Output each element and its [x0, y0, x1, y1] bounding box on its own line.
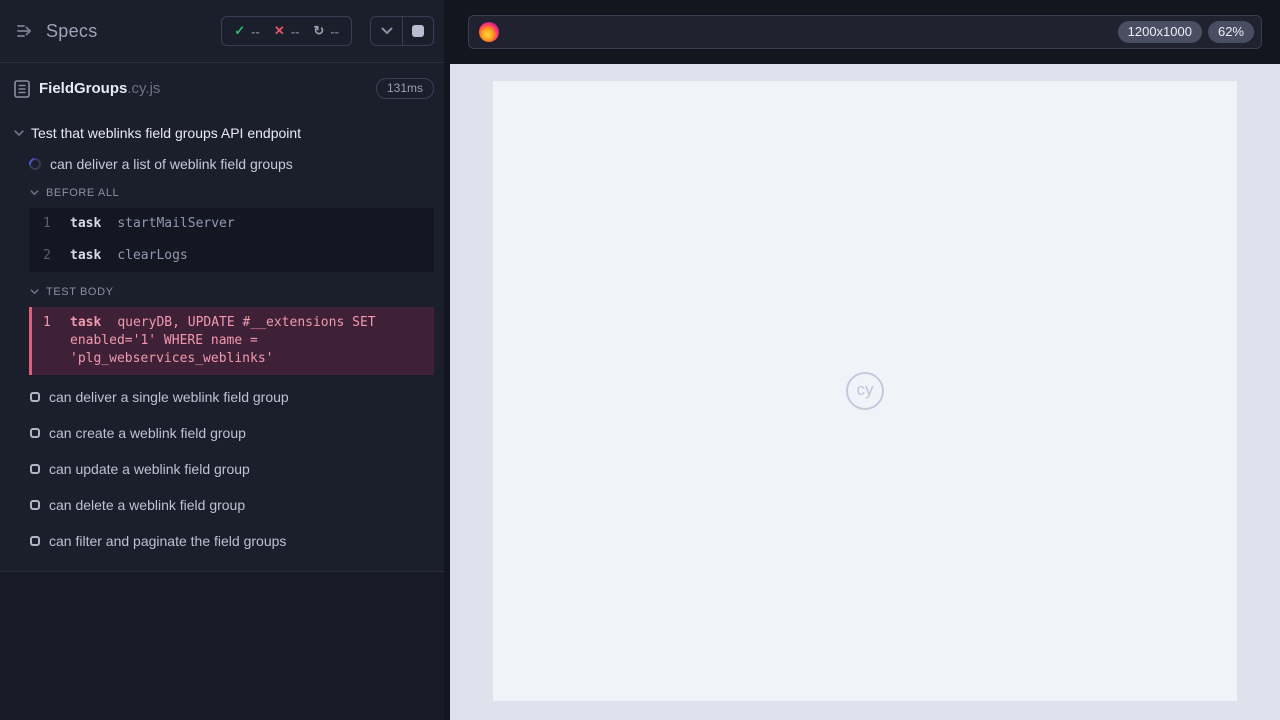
- command-message: startMailServer: [117, 216, 235, 231]
- failed-x-icon: ✕: [273, 23, 285, 38]
- test-body-command-log: 1 task queryDB, UPDATE #__extensions SET …: [29, 307, 434, 375]
- pending-test-row[interactable]: can filter and paginate the field groups: [0, 525, 450, 557]
- before-all-command-log: 1 task startMailServer 2 task clearLogs: [29, 208, 434, 272]
- command-method: task: [70, 315, 102, 330]
- spec-file-name: FieldGroups.cy.js: [39, 79, 161, 97]
- test-body-label: TEST BODY: [46, 286, 114, 298]
- chevron-down-icon: [30, 190, 39, 196]
- zoom-level-badge: 62%: [1207, 21, 1254, 43]
- pending-test-row[interactable]: can deliver a single weblink field group: [0, 381, 450, 413]
- suite-row[interactable]: Test that weblinks field groups API endp…: [0, 117, 450, 149]
- pending-test-row[interactable]: can update a weblink field group: [0, 453, 450, 485]
- cypress-watermark-logo: cy: [846, 372, 884, 410]
- running-test-row[interactable]: can deliver a list of weblink field grou…: [0, 149, 450, 179]
- address-bar[interactable]: 1200x1000 62%: [468, 15, 1262, 49]
- command-message: clearLogs: [117, 248, 188, 263]
- chevron-down-icon: [14, 129, 24, 137]
- running-test-label: can deliver a list of weblink field grou…: [50, 156, 293, 172]
- pending-test-row[interactable]: can create a weblink field group: [0, 417, 450, 449]
- stop-run-button[interactable]: [402, 17, 433, 45]
- passed-check-icon: ✓: [234, 23, 246, 38]
- chevron-down-icon: [30, 289, 39, 295]
- collapse-all-button[interactable]: [371, 17, 402, 45]
- test-tree: Test that weblinks field groups API endp…: [0, 111, 450, 557]
- viewport-size-badge: 1200x1000: [1117, 21, 1202, 43]
- pending-square-icon: [30, 500, 40, 510]
- pending-square-icon: [30, 464, 40, 474]
- specs-header: Specs ✓ -- ✕ -- ↻ --: [0, 0, 450, 63]
- running-spinner-icon: [26, 155, 44, 173]
- expand-specs-list-icon[interactable]: [16, 23, 36, 39]
- stop-icon: [412, 25, 424, 37]
- command-row[interactable]: 2 task clearLogs: [29, 240, 434, 272]
- pending-square-icon: [30, 392, 40, 402]
- spec-duration-badge: 131ms: [375, 78, 434, 99]
- reporter-content: Specs ✓ -- ✕ -- ↻ -- FieldGroups.cy.js 1…: [0, 0, 450, 572]
- aut-viewport-area: cy: [450, 64, 1280, 720]
- before-all-label: BEFORE ALL: [46, 187, 120, 199]
- test-stats: ✓ -- ✕ -- ↻ --: [221, 16, 352, 46]
- failed-count: --: [290, 23, 300, 39]
- spec-file-icon: [14, 79, 30, 98]
- before-all-hook-row[interactable]: BEFORE ALL: [0, 179, 450, 205]
- stat-failed: ✕ --: [274, 23, 300, 39]
- command-message: queryDB, UPDATE #__extensions SET enable…: [70, 315, 376, 366]
- test-body-hook-row[interactable]: TEST BODY: [0, 278, 450, 304]
- firefox-icon: [479, 22, 499, 42]
- aut-panel: 1200x1000 62% cy: [450, 0, 1280, 720]
- failed-command-row[interactable]: 1 task queryDB, UPDATE #__extensions SET …: [32, 307, 434, 375]
- pending-count: --: [330, 23, 339, 39]
- reporter-sidebar: Specs ✓ -- ✕ -- ↻ -- FieldGroups.cy.js 1…: [0, 0, 450, 720]
- pending-loop-icon: ↻: [313, 23, 325, 38]
- aut-iframe[interactable]: cy: [493, 81, 1237, 701]
- command-method: task: [70, 248, 102, 263]
- command-method: task: [70, 216, 102, 231]
- suite-title: Test that weblinks field groups API endp…: [31, 125, 302, 141]
- pending-test-row[interactable]: can delete a weblink field group: [0, 489, 450, 521]
- passed-count: --: [251, 23, 260, 39]
- spec-file-header[interactable]: FieldGroups.cy.js 131ms: [0, 63, 450, 111]
- aut-topbar: 1200x1000 62%: [450, 0, 1280, 64]
- pending-square-icon: [30, 536, 40, 546]
- stat-pending: ↻ --: [313, 23, 339, 39]
- specs-title: Specs: [46, 20, 98, 41]
- runner-controls: [370, 16, 434, 46]
- stat-passed: ✓ --: [234, 23, 260, 39]
- command-row[interactable]: 1 task startMailServer: [29, 208, 434, 240]
- pending-square-icon: [30, 428, 40, 438]
